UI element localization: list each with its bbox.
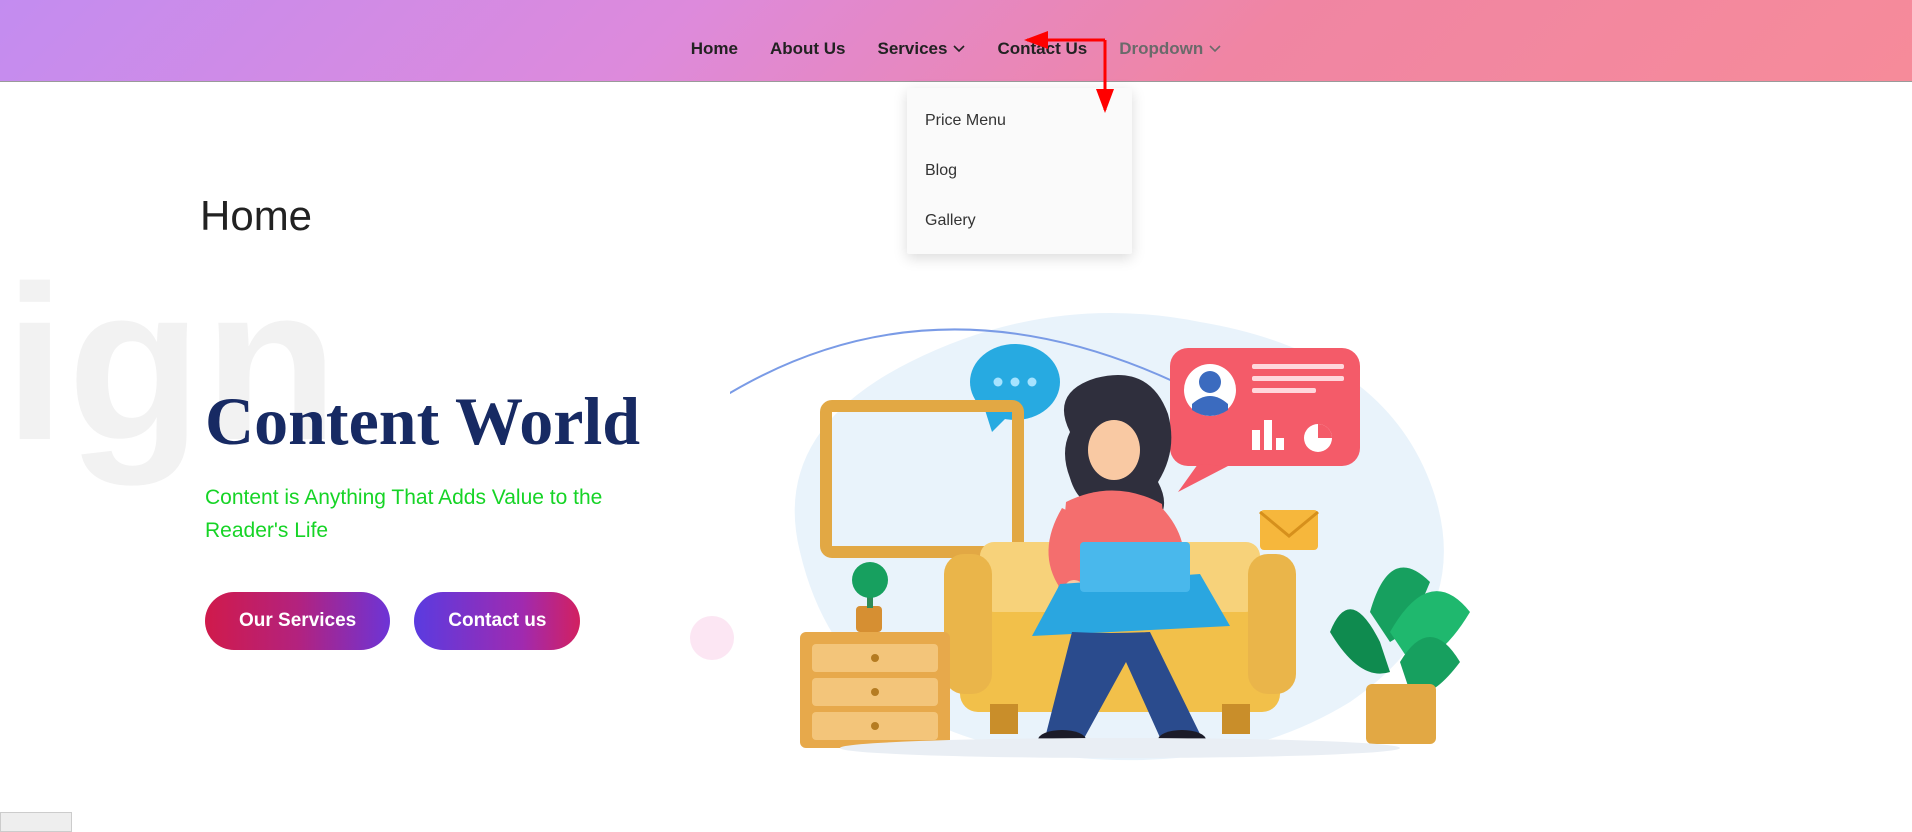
dropdown-item-price-menu[interactable]: Price Menu	[907, 96, 1132, 146]
chevron-down-icon	[1209, 45, 1221, 53]
envelope-icon	[1260, 510, 1318, 550]
dropdown-item-gallery[interactable]: Gallery	[907, 196, 1132, 246]
hero-title: Content World	[205, 382, 640, 461]
hero-illustration	[730, 282, 1500, 762]
decorative-circle	[690, 616, 734, 660]
nav-home[interactable]: Home	[691, 39, 738, 59]
browser-status-corner	[0, 812, 72, 832]
dropdown-item-label: Blog	[925, 162, 957, 179]
contact-us-button[interactable]: Contact us	[414, 592, 580, 650]
page-title: Home	[200, 192, 312, 240]
nav-contact[interactable]: Contact Us	[997, 39, 1087, 59]
button-label: Our Services	[239, 610, 356, 631]
nav-dropdown[interactable]: Dropdown	[1119, 39, 1221, 59]
nav-list: Home About Us Services Contact Us Dropdo…	[691, 39, 1222, 59]
chevron-down-icon	[953, 45, 965, 53]
nav-services-label: Services	[878, 39, 948, 59]
nav-services[interactable]: Services	[878, 39, 966, 59]
dropdown-item-label: Price Menu	[925, 112, 1006, 129]
dropdown-menu: Price Menu Blog Gallery	[907, 88, 1132, 254]
nav-about-label: About Us	[770, 39, 846, 59]
nav-home-label: Home	[691, 39, 738, 59]
cta-row: Our Services Contact us	[205, 592, 580, 650]
button-label: Contact us	[448, 610, 546, 631]
dropdown-item-label: Gallery	[925, 212, 976, 229]
nav-dropdown-label: Dropdown	[1119, 39, 1203, 59]
nav-contact-label: Contact Us	[997, 39, 1087, 59]
nav-about[interactable]: About Us	[770, 39, 846, 59]
hero-subtitle: Content is Anything That Adds Value to t…	[205, 482, 625, 547]
our-services-button[interactable]: Our Services	[205, 592, 390, 650]
top-navbar: Home About Us Services Contact Us Dropdo…	[0, 0, 1912, 82]
dropdown-item-blog[interactable]: Blog	[907, 146, 1132, 196]
